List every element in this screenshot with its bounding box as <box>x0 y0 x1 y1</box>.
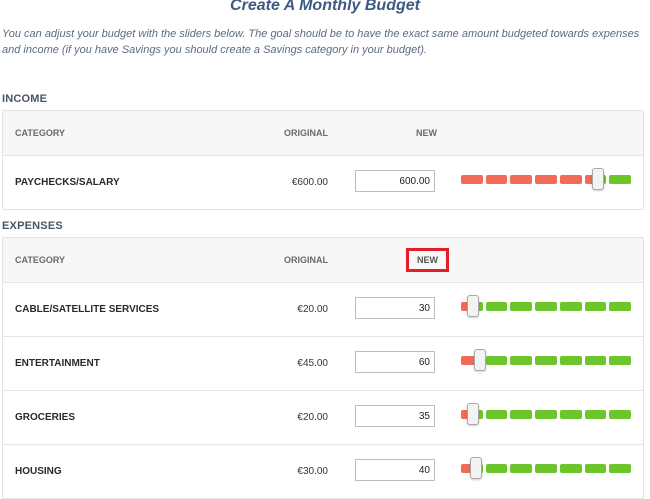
slider-track-high <box>510 410 533 419</box>
slider-thumb[interactable] <box>473 349 486 371</box>
slider-track-high <box>510 302 533 311</box>
slider-track-high <box>609 356 631 365</box>
slider-track-high <box>609 175 631 184</box>
category-label: PAYCHECKS/SALARY <box>15 177 120 188</box>
slider-track-high <box>609 410 631 419</box>
slider-track-low <box>535 175 557 184</box>
expenses-section-label: EXPENSES <box>2 220 63 232</box>
groceries-new-input[interactable] <box>355 405 435 427</box>
slider-track-high <box>535 302 557 311</box>
slider-track-high <box>559 410 582 419</box>
table-row: PAYCHECKS/SALARY €600.00 <box>3 155 643 209</box>
slider-track-high <box>510 356 533 365</box>
slider-thumb[interactable] <box>467 295 480 317</box>
slider-track-high <box>485 464 508 473</box>
slider-track-high <box>535 410 557 419</box>
slider-track-high <box>510 464 533 473</box>
slider-thumb[interactable] <box>592 168 605 190</box>
slider-track-high <box>584 464 607 473</box>
category-label: ENTERTAINMENT <box>15 358 100 369</box>
slider-track-low <box>559 175 582 184</box>
cable-new-input[interactable] <box>355 297 435 319</box>
slider-track-high <box>609 464 631 473</box>
original-amount: €20.00 <box>297 304 328 315</box>
table-row: GROCERIES €20.00 <box>3 390 643 444</box>
slider-track-high <box>559 356 582 365</box>
category-label: GROCERIES <box>15 412 76 423</box>
slider-track-high <box>584 302 607 311</box>
expenses-header-original: ORIGINAL <box>284 255 328 265</box>
cable-slider[interactable] <box>461 295 631 317</box>
slider-track-low <box>510 175 533 184</box>
entertainment-slider[interactable] <box>461 349 631 371</box>
page-title: Create A Monthly Budget <box>230 0 420 14</box>
slider-track-high <box>609 302 631 311</box>
housing-new-input[interactable] <box>355 459 435 481</box>
paycheck-slider[interactable] <box>461 168 631 190</box>
slider-track-low <box>461 175 483 184</box>
slider-track-high <box>559 464 582 473</box>
slider-track-high <box>485 302 508 311</box>
slider-track-low <box>485 175 508 184</box>
income-section-label: INCOME <box>2 93 48 105</box>
slider-thumb[interactable] <box>467 403 480 425</box>
income-header-original: ORIGINAL <box>284 128 328 138</box>
paycheck-new-input[interactable] <box>355 170 435 192</box>
expenses-header-row: CATEGORY ORIGINAL NEW <box>3 238 643 282</box>
slider-track-high <box>535 356 557 365</box>
original-amount: €20.00 <box>297 412 328 423</box>
intro-text: You can adjust your budget with the slid… <box>2 28 640 56</box>
expenses-table: CATEGORY ORIGINAL NEW CABLE/SATELLITE SE… <box>2 237 644 499</box>
expenses-header-new: NEW <box>355 238 449 282</box>
table-row: ENTERTAINMENT €45.00 <box>3 336 643 390</box>
income-table: CATEGORY ORIGINAL NEW PAYCHECKS/SALARY €… <box>2 110 644 210</box>
original-amount: €45.00 <box>297 358 328 369</box>
table-row: CABLE/SATELLITE SERVICES €20.00 <box>3 282 643 336</box>
expenses-header-category: CATEGORY <box>15 255 66 265</box>
table-row: HOUSING €30.00 <box>3 444 643 498</box>
original-amount: €30.00 <box>297 466 328 477</box>
slider-track-high <box>485 356 508 365</box>
income-header-category: CATEGORY <box>15 128 66 138</box>
income-header-new: NEW <box>416 128 437 138</box>
slider-track-high <box>584 356 607 365</box>
new-column-highlight: NEW <box>406 248 449 272</box>
groceries-slider[interactable] <box>461 403 631 425</box>
slider-thumb[interactable] <box>470 457 483 479</box>
category-label: CABLE/SATELLITE SERVICES <box>15 304 160 315</box>
original-amount: €600.00 <box>291 177 328 188</box>
housing-slider[interactable] <box>461 457 631 479</box>
category-label: HOUSING <box>15 466 62 477</box>
income-header-row: CATEGORY ORIGINAL NEW <box>3 111 643 155</box>
slider-track-high <box>485 410 508 419</box>
slider-track-high <box>584 410 607 419</box>
slider-track-high <box>559 302 582 311</box>
entertainment-new-input[interactable] <box>355 351 435 373</box>
slider-track-high <box>535 464 557 473</box>
